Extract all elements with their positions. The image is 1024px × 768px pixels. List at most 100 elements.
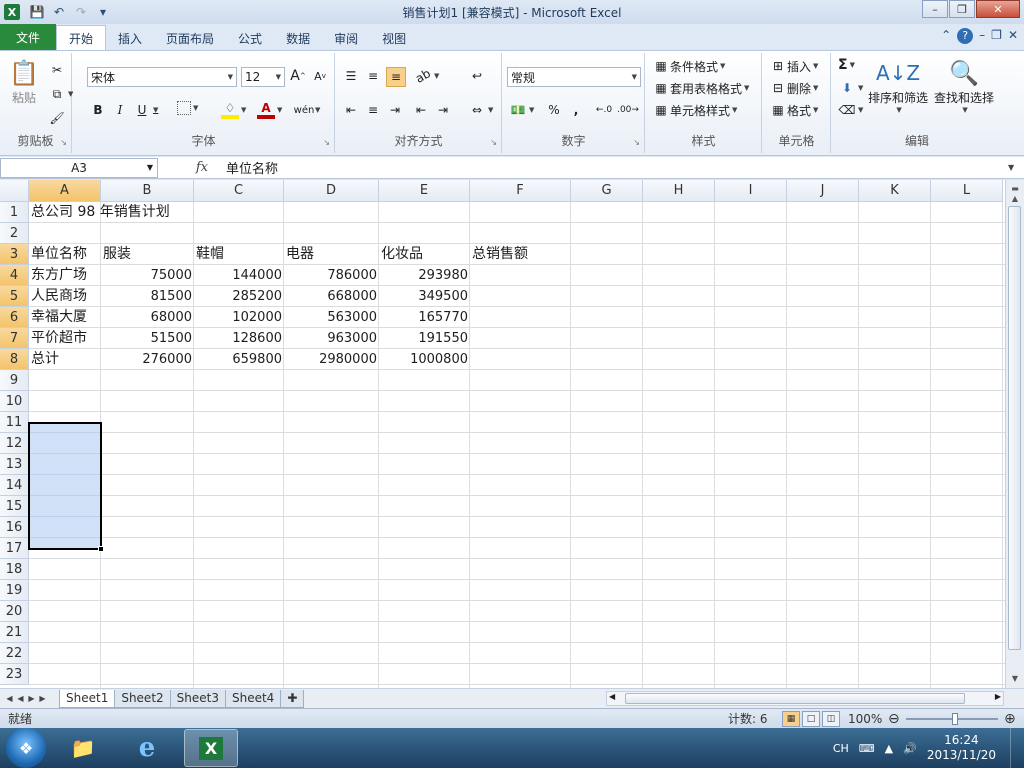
cell-c7[interactable]: 128600 (194, 328, 284, 349)
vertical-scrollbar[interactable]: ▬ ▲ ▼ (1005, 180, 1024, 688)
row-header-6[interactable]: 6 (0, 307, 29, 328)
show-hidden-icons-icon[interactable]: ▲ (885, 742, 893, 755)
font-size-select[interactable]: 12 ▼ (241, 67, 285, 87)
tab-data[interactable]: 数据 (274, 26, 322, 50)
conditional-formatting-button[interactable]: ▦ 条件格式 ▼ (652, 57, 725, 75)
column-header-i[interactable]: I (715, 180, 787, 202)
column-header-b[interactable]: B (101, 180, 194, 202)
row-header-17[interactable]: 17 (0, 538, 29, 559)
clock[interactable]: 16:24 2013/11/20 (927, 733, 996, 763)
alignment-launcher-icon[interactable]: ↘ (490, 138, 497, 147)
font-color-icon[interactable]: A ▼ (257, 101, 282, 119)
cell-a1[interactable]: 总公司 98 年销售计划 (29, 202, 329, 223)
cell-d4[interactable]: 786000 (284, 265, 379, 286)
cell-a3[interactable]: 单位名称 (29, 244, 101, 265)
expand-formula-bar-icon[interactable]: ▼ (1008, 163, 1024, 172)
merge-center-icon[interactable]: ⇔ ▼ (468, 101, 493, 119)
normal-view-icon[interactable]: ▦ (782, 710, 800, 727)
cell-a7[interactable]: 平价超市 (29, 328, 101, 349)
row-header-11[interactable]: 11 (0, 412, 29, 433)
column-header-a[interactable]: A (29, 180, 101, 202)
zoom-slider-knob[interactable] (952, 713, 958, 725)
sheet-tab-sheet2[interactable]: Sheet2 (114, 689, 171, 708)
sheet-tab-sheet3[interactable]: Sheet3 (169, 689, 226, 708)
tab-file[interactable]: 文件 (0, 24, 56, 50)
row-header-14[interactable]: 14 (0, 475, 29, 496)
save-icon[interactable]: 💾 (26, 2, 48, 22)
zoom-in-icon[interactable]: ⊕ (1004, 711, 1016, 727)
cell-d8[interactable]: 2980000 (284, 349, 379, 370)
horizontal-scrollbar[interactable]: ◀ ▶ (606, 691, 1004, 706)
cell-e8[interactable]: 1000800 (379, 349, 470, 370)
cell-c4[interactable]: 144000 (194, 265, 284, 286)
column-header-j[interactable]: J (787, 180, 859, 202)
percent-style-button[interactable]: % (545, 101, 563, 119)
minimize-button[interactable]: – (922, 0, 948, 18)
volume-icon[interactable]: 🔊 (903, 742, 917, 755)
cell-b4[interactable]: 75000 (101, 265, 194, 286)
scroll-down-icon[interactable]: ▼ (1006, 670, 1024, 686)
row-header-12[interactable]: 12 (0, 433, 29, 454)
number-launcher-icon[interactable]: ↘ (633, 138, 640, 147)
name-box-dropdown-icon[interactable]: ▼ (147, 163, 153, 172)
align-right-icon[interactable]: ⇥ (386, 101, 404, 119)
taskbar-explorer[interactable]: 📁 (56, 729, 110, 767)
sheet-tab-sheet4[interactable]: Sheet4 (224, 689, 282, 708)
cell-b6[interactable]: 68000 (101, 307, 194, 328)
orientation-icon[interactable]: ab ▼ (413, 66, 439, 86)
page-break-view-icon[interactable]: ◫ (822, 710, 840, 727)
bold-button[interactable]: B (89, 101, 107, 119)
row-header-18[interactable]: 18 (0, 559, 29, 580)
cell-d7[interactable]: 963000 (284, 328, 379, 349)
row-header-15[interactable]: 15 (0, 496, 29, 517)
cell-d6[interactable]: 563000 (284, 307, 379, 328)
format-painter-icon[interactable]: 🖌 (48, 109, 66, 127)
cell-d5[interactable]: 668000 (284, 286, 379, 307)
workbook-minimize-icon[interactable]: – (979, 28, 985, 44)
row-header-16[interactable]: 16 (0, 517, 29, 538)
minimize-ribbon-icon[interactable]: ⌃ (941, 28, 951, 44)
first-sheet-icon[interactable]: ◀ (4, 694, 15, 703)
align-center-icon[interactable]: ≡ (364, 101, 382, 119)
increase-decimal-icon[interactable]: ←.0 (595, 101, 613, 119)
restore-button[interactable]: ❐ (949, 0, 975, 18)
column-header-e[interactable]: E (379, 180, 470, 202)
worksheet-grid[interactable]: ABCDEFGHIJKL 1 2 3 4 5 6 7 8 9 10 11 12 13 14 15 16 17 18… (0, 180, 1005, 688)
cell-styles-button[interactable]: ▦ 单元格样式 ▼ (652, 101, 737, 119)
workbook-close-icon[interactable]: ✕ (1008, 28, 1018, 44)
ime-indicator[interactable]: CH (833, 742, 849, 755)
name-box[interactable]: A3 ▼ (0, 157, 158, 178)
row-header-1[interactable]: 1 (0, 202, 29, 223)
scroll-right-icon[interactable]: ▶ (995, 692, 1001, 701)
format-as-table-button[interactable]: ▦ 套用表格格式 ▼ (652, 79, 749, 97)
zoom-level[interactable]: 100% (848, 712, 882, 726)
font-launcher-icon[interactable]: ↘ (323, 138, 330, 147)
sort-filter-button[interactable]: A↓Z 排序和筛选 ▼ (868, 57, 928, 114)
accounting-format-icon[interactable]: 💵 ▼ (509, 101, 535, 119)
shrink-font-icon[interactable]: Av (311, 67, 329, 85)
cell-b8[interactable]: 276000 (101, 349, 194, 370)
tab-review[interactable]: 审阅 (322, 26, 370, 50)
grow-font-icon[interactable]: A ^ (289, 67, 307, 85)
underline-button[interactable]: U ▼ (133, 101, 159, 119)
cell-a5[interactable]: 人民商场 (29, 286, 101, 307)
align-middle-icon[interactable]: ≡ (364, 67, 382, 85)
row-header-22[interactable]: 22 (0, 643, 29, 664)
row-header-23[interactable]: 23 (0, 664, 29, 685)
close-button[interactable]: ✕ (976, 0, 1020, 18)
column-header-h[interactable]: H (643, 180, 715, 202)
row-header-2[interactable]: 2 (0, 223, 29, 244)
column-header-d[interactable]: D (284, 180, 379, 202)
cell-e4[interactable]: 293980 (379, 265, 470, 286)
customize-quick-access-icon[interactable]: ▾ (92, 2, 114, 22)
tab-formulas[interactable]: 公式 (226, 26, 274, 50)
row-header-8[interactable]: 8 (0, 349, 29, 370)
delete-cells-button[interactable]: ⊟ 删除 ▼ (769, 79, 818, 97)
scroll-up-icon[interactable]: ▲ (1006, 190, 1024, 206)
tab-home[interactable]: 开始 (56, 25, 107, 50)
increase-indent-icon[interactable]: ⇥ (434, 101, 452, 119)
align-top-icon[interactable]: ☰ (342, 67, 360, 85)
prev-sheet-icon[interactable]: ◀ (15, 694, 26, 703)
next-sheet-icon[interactable]: ▶ (26, 694, 37, 703)
column-header-k[interactable]: K (859, 180, 931, 202)
